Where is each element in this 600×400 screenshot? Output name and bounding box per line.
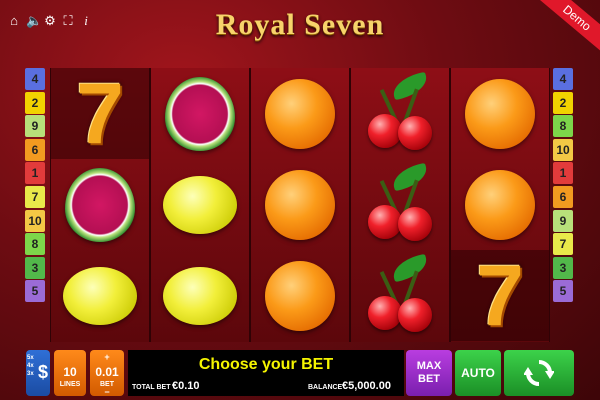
reel-cell: [351, 68, 449, 159]
payline-indicator-3: 3: [553, 256, 573, 279]
payline-indicator-1: 1: [25, 162, 45, 185]
payline-indicator-6: 6: [25, 138, 45, 161]
orange-symbol-icon: [265, 260, 335, 331]
autoplay-button[interactable]: AUTO: [455, 350, 501, 396]
cherry-symbol-icon: [364, 253, 436, 336]
reel-4: [350, 68, 450, 342]
total-bet-label: TOTAL BET: [132, 384, 171, 391]
payline-indicator-2: 2: [553, 91, 573, 114]
spin-button[interactable]: [504, 350, 574, 396]
coin-multiplier: 4x: [27, 363, 34, 369]
lemon-symbol-icon: [163, 175, 237, 234]
max-bet-button[interactable]: MAX BET: [406, 350, 452, 396]
bet-value: 0.01: [95, 365, 119, 379]
game-title: Royal Seven: [215, 8, 385, 41]
seven-symbol-icon: 7: [76, 65, 124, 162]
payline-indicator-2: 2: [25, 91, 45, 114]
payline-indicator-8: 8: [25, 233, 45, 256]
payline-indicator-10: 10: [25, 209, 45, 232]
payline-indicator-5: 5: [25, 280, 45, 303]
max-bet-label: BET: [418, 373, 440, 385]
balance-label: BALANCE: [308, 384, 343, 391]
reel-cell: [351, 250, 449, 341]
reel-cell: [151, 68, 249, 159]
demo-badge: Demo: [536, 0, 600, 55]
settings-icon[interactable]: ⚙: [44, 14, 56, 28]
payline-indicator-5: 5: [553, 280, 573, 303]
reel-cell: [451, 68, 549, 159]
reel-cell: [351, 159, 449, 250]
coin-multiplier: 5x: [27, 355, 34, 361]
reel-cell: [151, 159, 249, 250]
lines-label: LINES: [59, 381, 81, 388]
reel-cell: 7: [51, 68, 149, 159]
max-bet-label: MAX: [416, 360, 442, 372]
orange-symbol-icon: [265, 169, 335, 240]
sound-icon[interactable]: 🔈: [26, 14, 42, 28]
payline-indicator-7: 7: [553, 233, 573, 256]
payline-indicator-4: 4: [553, 68, 573, 90]
top-bar: ⌂ 🔈 ⚙ ⛶ i Royal Seven Demo: [0, 0, 600, 62]
coin-multiplier-list: 5x 4x 3x: [27, 354, 34, 378]
reel-1: 7: [50, 68, 150, 342]
bet-plus-icon[interactable]: +: [90, 352, 124, 362]
payline-indicator-8: 8: [553, 115, 573, 138]
bet-button[interactable]: + 0.01 BET −: [90, 350, 124, 397]
total-bet-value: €0.10: [172, 380, 200, 392]
payline-indicator-1: 1: [553, 162, 573, 185]
reel-2: [150, 68, 250, 342]
payline-indicator-9: 9: [25, 115, 45, 138]
payline-indicator-10: 10: [553, 138, 573, 161]
reel-cell: [151, 250, 249, 341]
dollar-icon: $: [37, 362, 48, 382]
payline-indicator-7: 7: [25, 185, 45, 208]
cherry-symbol-icon: [364, 162, 436, 245]
reel-cell: 7: [451, 250, 549, 341]
payline-indicators-left: 4 2 9 6 1 7 10 8 3 5: [25, 68, 45, 304]
payline-indicators-right: 4 2 8 10 1 6 9 7 3 5: [553, 68, 573, 304]
melon-symbol-icon: [65, 167, 135, 242]
reel-cell: [251, 159, 349, 250]
payline-indicator-9: 9: [553, 209, 573, 232]
control-panel: 5x 4x 3x $ 10 LINES + 0.01 BET − Choose …: [0, 346, 600, 400]
coin-multiplier: 3x: [27, 371, 34, 377]
home-icon[interactable]: ⌂: [8, 14, 20, 28]
reel-3: [250, 68, 350, 342]
payline-indicator-4: 4: [25, 68, 45, 90]
fullscreen-icon[interactable]: ⛶: [62, 14, 74, 28]
info-icon[interactable]: i: [80, 14, 92, 28]
lines-value: 10: [63, 365, 77, 379]
lemon-symbol-icon: [163, 266, 237, 325]
reel-cell: [451, 159, 549, 250]
reel-area: 77: [50, 68, 550, 342]
balance-value: €5,000.00: [342, 380, 391, 392]
lines-button[interactable]: 10 LINES: [54, 350, 86, 396]
payline-indicator-6: 6: [553, 185, 573, 208]
message-text: Choose your BET: [198, 356, 334, 373]
coin-value-button[interactable]: 5x 4x 3x $: [26, 350, 50, 396]
orange-symbol-icon: [465, 78, 535, 149]
reel-cell: [51, 159, 149, 250]
lemon-symbol-icon: [63, 266, 137, 325]
payline-indicator-3: 3: [25, 256, 45, 279]
spin-arrows-icon: [524, 360, 554, 386]
message-panel: Choose your BET TOTAL BET €0.10 BALANCE …: [128, 350, 404, 396]
reel-5: 7: [450, 68, 550, 342]
reel-cell: [251, 250, 349, 341]
orange-symbol-icon: [465, 169, 535, 240]
bet-minus-icon[interactable]: −: [90, 387, 124, 397]
cherry-symbol-icon: [364, 71, 436, 154]
reel-cell: [251, 68, 349, 159]
orange-symbol-icon: [265, 78, 335, 149]
seven-symbol-icon: 7: [476, 247, 524, 344]
melon-symbol-icon: [165, 76, 235, 151]
reel-cell: [51, 250, 149, 341]
top-icon-bar: ⌂ 🔈 ⚙ ⛶ i: [8, 14, 92, 28]
